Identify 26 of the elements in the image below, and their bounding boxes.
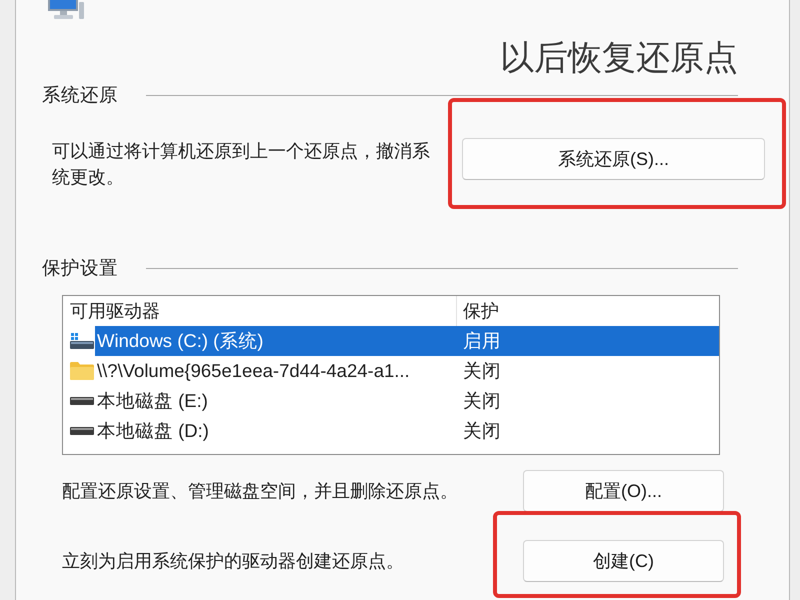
drive-name: 本地磁盘 (E:) <box>96 389 208 413</box>
table-row[interactable]: 本地磁盘 (E:) 关闭 <box>63 386 719 416</box>
description-text: 配置还原设置、管理磁盘空间，并且删除还原点。 <box>62 480 459 503</box>
section-heading: 系统还原 <box>42 83 118 107</box>
configure-button[interactable]: 配置(O)... <box>523 470 724 512</box>
drive-icon <box>70 427 94 435</box>
computer-icon <box>45 0 85 20</box>
system-restore-button[interactable]: 系统还原(S)... <box>462 138 765 180</box>
drive-name: Windows (C:) (系统) <box>96 329 264 353</box>
table-row[interactable]: \\?\Volume{965e1eea-7d44-4a24-a1... 关闭 <box>63 356 719 386</box>
description-text: 可以通过将计算机还原到上一个还原点，撤消系统更改。 <box>52 140 431 189</box>
drive-name: \\?\Volume{965e1eea-7d44-4a24-a1... <box>96 359 410 383</box>
drive-icon <box>70 333 94 349</box>
protection-status: 关闭 <box>462 389 501 413</box>
protection-status: 关闭 <box>462 419 501 443</box>
protection-status: 启用 <box>462 329 501 353</box>
protection-status: 关闭 <box>462 359 501 383</box>
drive-icon <box>70 397 94 405</box>
create-button[interactable]: 创建(C) <box>523 540 724 582</box>
section-heading: 保护设置 <box>42 256 118 280</box>
table-row[interactable]: 本地磁盘 (D:) 关闭 <box>63 416 719 446</box>
folder-icon <box>70 362 94 380</box>
description-text: 立刻为启用系统保护的驱动器创建还原点。 <box>62 550 405 573</box>
drive-name: 本地磁盘 (D:) <box>96 419 209 443</box>
column-header[interactable]: 保护 <box>457 296 719 326</box>
page-title: 以后恢复还原点 <box>500 38 738 78</box>
